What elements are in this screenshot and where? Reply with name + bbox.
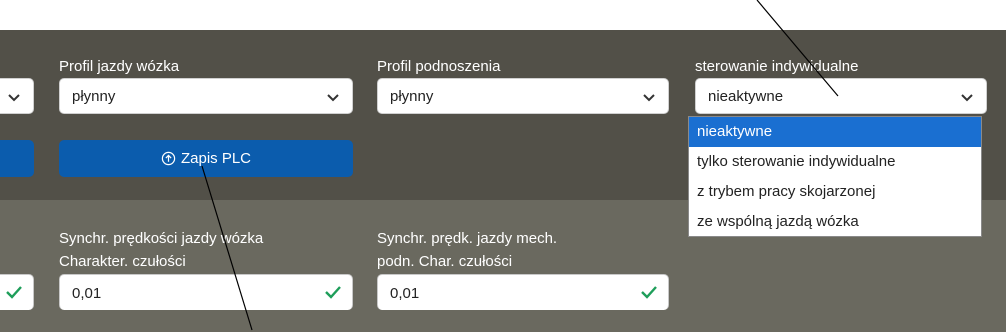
annotation-pointer-lines — [201, 0, 839, 331]
